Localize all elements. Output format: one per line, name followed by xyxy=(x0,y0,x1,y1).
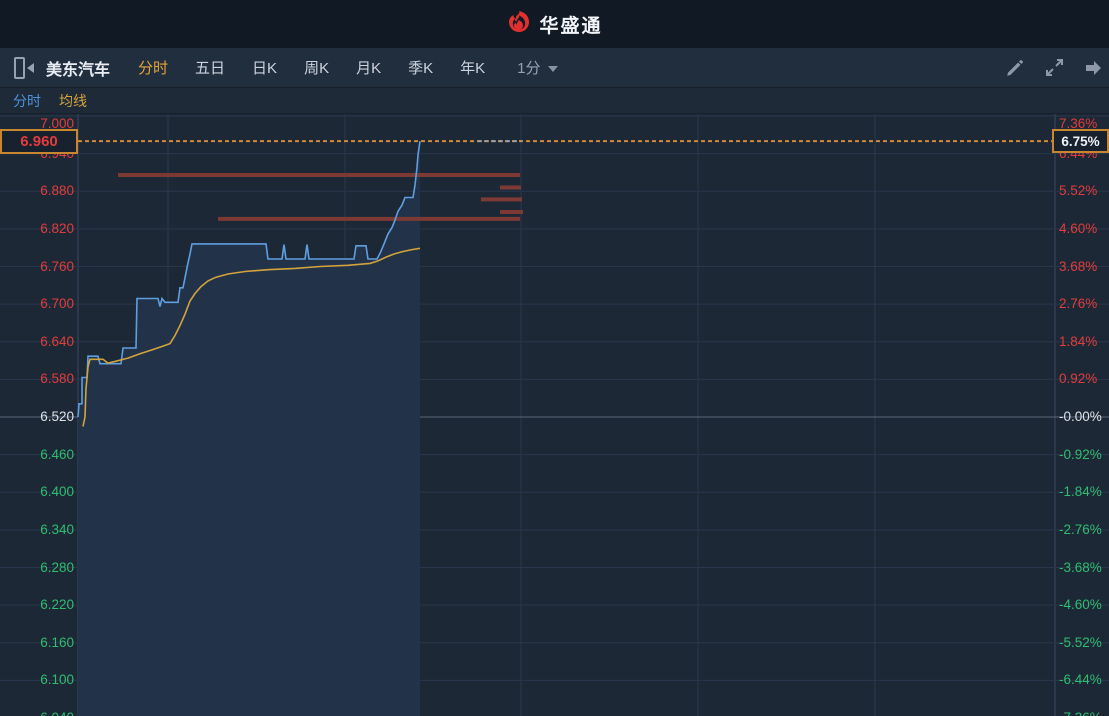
right-axis-label: -5.52% xyxy=(1059,634,1102,650)
right-axis-label: -4.60% xyxy=(1059,597,1102,613)
tab-4[interactable]: 月K xyxy=(356,57,381,78)
legend-average-line[interactable]: 均线 xyxy=(59,91,87,111)
tab-1[interactable]: 五日 xyxy=(195,57,225,78)
price-area-fill xyxy=(78,141,420,716)
trade-bar xyxy=(118,173,520,177)
top-brand-bar: 华盛通 xyxy=(0,0,1109,48)
left-axis-label: 6.280 xyxy=(40,559,74,575)
right-axis-label: 0.92% xyxy=(1059,371,1098,387)
panel-collapse-icon[interactable] xyxy=(14,56,34,79)
left-axis-label: 6.040 xyxy=(0,710,74,716)
flame-logo-icon xyxy=(506,9,532,40)
left-axis-label: 6.220 xyxy=(40,597,74,613)
current-price-badge: 6.960 xyxy=(0,128,78,154)
stock-name: 美东汽车 xyxy=(46,61,111,79)
tab-5[interactable]: 季K xyxy=(408,57,433,78)
left-axis-label: 6.460 xyxy=(40,446,74,462)
interval-dropdown[interactable]: 1分 xyxy=(517,57,559,78)
left-axis-label: 6.160 xyxy=(40,634,74,650)
right-axis-label: -7.36% xyxy=(1059,710,1102,716)
right-axis-label: -6.44% xyxy=(1059,672,1102,688)
tab-3[interactable]: 周K xyxy=(304,57,329,78)
left-axis-label: 6.340 xyxy=(40,521,74,537)
expand-icon[interactable] xyxy=(1044,57,1065,78)
current-change-badge: 6.75% xyxy=(1052,129,1109,154)
left-axis-label: 6.100 xyxy=(40,672,74,688)
chevron-down-icon xyxy=(548,65,559,72)
trade-bar xyxy=(500,210,523,214)
trade-bar xyxy=(500,185,521,190)
period-tabs: 分时 五日 日K 周K 月K 季K 年K xyxy=(138,57,512,78)
left-axis-label: 6.400 xyxy=(40,484,74,500)
right-axis-label: 2.76% xyxy=(1059,296,1098,312)
minute-chart[interactable]: 7.0006.9406.8806.8206.7606.7006.6406.580… xyxy=(0,114,1109,716)
tab-0[interactable]: 分时 xyxy=(138,57,168,78)
left-axis-label: 6.640 xyxy=(40,333,74,349)
right-axis-label: -0.92% xyxy=(1059,446,1102,462)
brand-title: 华盛通 xyxy=(539,15,603,37)
right-axis-label: -3.68% xyxy=(1059,559,1102,575)
arrow-right-icon[interactable] xyxy=(1084,59,1102,77)
tab-2[interactable]: 日K xyxy=(252,57,277,78)
left-axis-label: 6.520 xyxy=(40,409,74,424)
legend-minute-line[interactable]: 分时 xyxy=(13,91,41,111)
right-axis-label: -2.76% xyxy=(1059,521,1102,537)
huashengtong-app: 华盛通 美东汽车 分时 五日 日K 周K 月K 季K 年K 1分 分时 均线 7… xyxy=(0,0,1109,716)
right-axis-label: 1.84% xyxy=(1059,333,1098,349)
right-axis-label: -1.84% xyxy=(1059,484,1102,500)
tab-6[interactable]: 年K xyxy=(460,57,485,78)
right-axis-label: 4.60% xyxy=(1059,220,1098,236)
left-axis-label: 6.700 xyxy=(40,296,74,312)
right-axis-label: -0.00% xyxy=(1059,409,1102,424)
chart-legend-bar: 分时 均线 xyxy=(0,88,1109,114)
right-axis-label: 3.68% xyxy=(1059,258,1098,274)
left-axis-label: 6.580 xyxy=(40,371,74,387)
left-axis-label: 6.820 xyxy=(40,220,74,236)
right-axis-label: 5.52% xyxy=(1059,183,1098,199)
trade-bar xyxy=(218,216,520,221)
left-axis-label: 6.760 xyxy=(40,258,74,274)
minute-chart-canvas[interactable] xyxy=(0,114,1109,716)
interval-selected-label: 1分 xyxy=(517,60,541,77)
trade-bar xyxy=(481,197,522,202)
period-toolbar: 美东汽车 分时 五日 日K 周K 月K 季K 年K 1分 xyxy=(0,48,1109,88)
pencil-icon[interactable] xyxy=(1005,58,1025,78)
left-axis-label: 6.880 xyxy=(40,183,74,199)
